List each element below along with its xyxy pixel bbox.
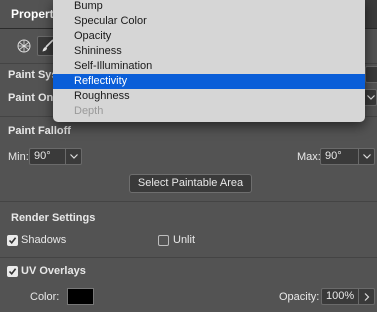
menu-item-specular-color[interactable]: Specular Color: [53, 14, 365, 29]
min-falloff-select[interactable]: 90°: [29, 148, 82, 165]
select-paintable-area-button[interactable]: Select Paintable Area: [129, 174, 252, 193]
menu-item-bump[interactable]: Bump: [53, 0, 365, 14]
uv-overlays-label: UV Overlays: [21, 265, 86, 277]
paint-falloff-heading: Paint Falloff: [8, 125, 71, 137]
paint-system-select-edge[interactable]: [365, 66, 377, 83]
channel-dropdown-menu: Bump Specular Color Opacity Shininess Se…: [53, 0, 365, 122]
checkmark-icon: [8, 237, 17, 245]
paint-on-label: Paint On:: [8, 92, 57, 104]
min-falloff-value: 90°: [34, 150, 51, 162]
menu-item-opacity[interactable]: Opacity: [53, 29, 365, 44]
opacity-select[interactable]: 100%: [321, 288, 375, 305]
shadows-checkbox[interactable]: [7, 235, 18, 246]
max-falloff-value: 90°: [325, 150, 342, 162]
max-falloff-select[interactable]: 90°: [320, 148, 375, 165]
menu-item-shininess[interactable]: Shininess: [53, 44, 365, 59]
shadows-label: Shadows: [21, 234, 67, 246]
chevron-down-icon: [65, 149, 81, 164]
mesh-icon: [17, 39, 31, 53]
menu-item-roughness[interactable]: Roughness: [53, 89, 365, 104]
menu-item-depth: Depth: [74, 105, 104, 117]
paint-system-label: Paint Sys: [8, 69, 58, 81]
color-label: Color:: [30, 291, 60, 303]
render-settings-heading: Render Settings: [11, 212, 96, 224]
unlit-label: Unlit: [173, 234, 196, 246]
uv-overlays-checkbox[interactable]: [7, 266, 18, 277]
chevron-down-icon: [363, 90, 377, 105]
overlay-color-swatch[interactable]: [67, 288, 94, 305]
opacity-value: 100%: [326, 290, 355, 302]
chevron-down-icon: [358, 149, 374, 164]
menu-item-self-illumination[interactable]: Self-Illumination: [53, 59, 365, 74]
unlit-checkbox[interactable]: [158, 235, 169, 246]
divider: [0, 201, 377, 202]
max-label: Max:: [297, 151, 321, 163]
opacity-label: Opacity:: [279, 291, 320, 303]
divider: [0, 257, 377, 258]
checkmark-icon: [8, 268, 17, 276]
mesh-properties-button[interactable]: [13, 36, 35, 56]
chevron-right-icon: [358, 289, 374, 304]
min-label: Min:: [8, 151, 29, 163]
menu-item-reflectivity[interactable]: Reflectivity: [53, 74, 365, 89]
